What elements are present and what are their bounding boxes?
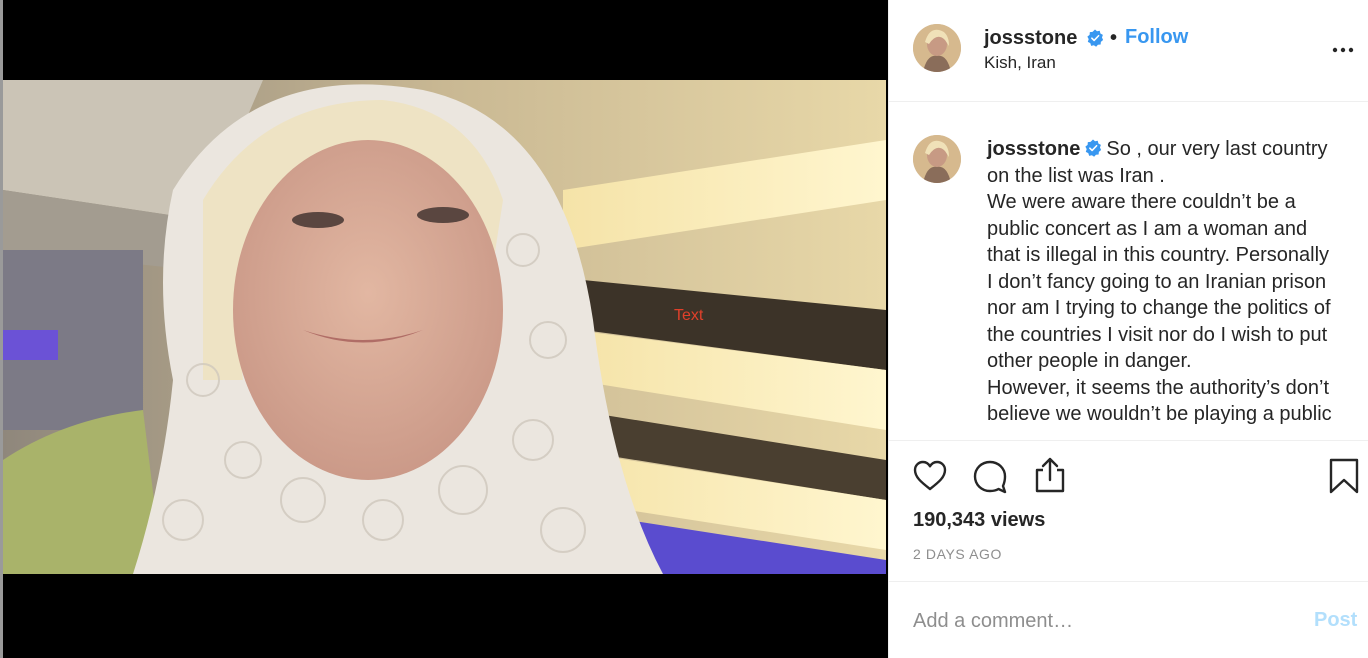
- caption-line: public concert as I am a woman and: [987, 217, 1308, 240]
- heart-icon[interactable]: [911, 457, 949, 495]
- caption-line: other people in danger.: [987, 350, 1192, 372]
- separator-dot: •: [1110, 27, 1118, 49]
- caption-line: believe we wouldn’t be playing a public: [987, 403, 1332, 425]
- video-overlay-text: Text: [674, 307, 704, 324]
- caption-line: on the list was Iran .: [987, 164, 1165, 187]
- caption-area: jossstone So , our very last country on t…: [889, 103, 1368, 438]
- username-link[interactable]: jossstone: [984, 27, 1077, 50]
- post-details-panel: jossstone • Follow Kish, Iran jossstone S…: [888, 0, 1368, 658]
- share-icon[interactable]: [1031, 455, 1069, 493]
- caption-line: However, it seems the authority’s don’t: [987, 376, 1330, 399]
- bookmark-icon[interactable]: [1325, 457, 1363, 495]
- video-panel[interactable]: Text: [0, 0, 888, 658]
- caption-username-link[interactable]: jossstone: [987, 138, 1080, 160]
- post-header: jossstone • Follow Kish, Iran: [889, 0, 1368, 102]
- comment-icon[interactable]: [971, 457, 1009, 495]
- verified-badge-icon: [1087, 29, 1104, 47]
- post-timestamp[interactable]: 2 DAYS AGO: [913, 546, 1002, 562]
- comment-input[interactable]: [913, 608, 1283, 634]
- caption-line: nor am I trying to change the politics o…: [987, 297, 1331, 319]
- location-link[interactable]: Kish, Iran: [984, 53, 1056, 73]
- caption-line: that is illegal in this country. Persona…: [987, 244, 1330, 266]
- caption-line: So , our very last country: [1106, 138, 1328, 160]
- caption-first-line: jossstone So , our very last country: [987, 136, 1365, 163]
- action-bar: 190,343 views 2 DAYS AGO: [889, 440, 1368, 582]
- caption-avatar[interactable]: [913, 135, 961, 183]
- view-count[interactable]: 190,343 views: [913, 509, 1045, 532]
- video-frame[interactable]: [3, 80, 886, 574]
- verified-badge-icon: [1085, 139, 1102, 157]
- more-options-icon[interactable]: [1331, 46, 1355, 54]
- video-still: [3, 80, 886, 574]
- avatar[interactable]: [913, 24, 961, 72]
- caption-line: the countries I visit nor do I wish to p…: [987, 323, 1328, 346]
- post-comment-button[interactable]: Post: [1314, 609, 1357, 632]
- caption-text: jossstone So , our very last country on t…: [987, 136, 1365, 428]
- caption-line: We were aware there couldn’t be a: [987, 191, 1296, 213]
- caption-line: I don’t fancy going to an Iranian prison: [987, 270, 1327, 293]
- comment-box: Post: [889, 581, 1368, 658]
- follow-button[interactable]: Follow: [1125, 26, 1188, 49]
